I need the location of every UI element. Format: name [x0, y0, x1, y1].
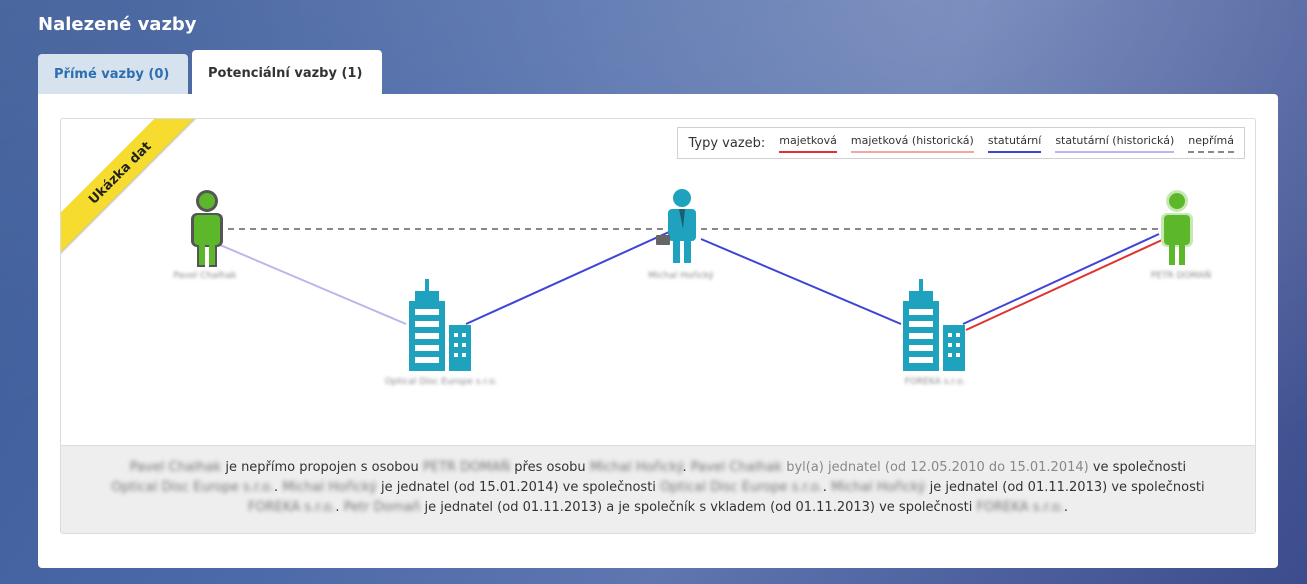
person-icon[interactable] — [191, 190, 223, 267]
legend-item-indirect: nepřímá — [1188, 134, 1234, 153]
text: je jednatel (od 01.11.2013) a je společn… — [424, 500, 973, 515]
node-label: PETR DOMAŇ — [1150, 271, 1212, 281]
legend-label: statutární — [987, 133, 1042, 147]
text: je jednatel (od 15.01.2014) ve společnos… — [380, 480, 656, 495]
text: přes osobu — [514, 460, 586, 475]
text: je nepřímo propojen s osobou — [225, 460, 419, 475]
node-label: FOREKA s.r.o. — [904, 377, 966, 387]
person-name[interactable]: Michal Hořický — [590, 460, 683, 475]
node-label: Pavel Chalhak — [173, 271, 237, 281]
legend-swatch — [987, 150, 1042, 153]
description-line: Optical Disc Europe s.r.o.. Michal Hořic… — [111, 480, 1205, 495]
company-icon[interactable] — [409, 279, 471, 371]
legend-title: Typy vazeb: — [688, 135, 766, 151]
section-title: Nalezené vazby — [38, 14, 197, 35]
legend-swatch — [1055, 150, 1175, 153]
company-name[interactable]: FOREKA s.r.o. — [248, 500, 335, 515]
company-name[interactable]: Optical Disc Europe s.r.o. — [660, 480, 823, 495]
legend-item-ownership-historic: majetková (historická) — [850, 133, 974, 153]
description-line: Pavel Chalhak je nepřímo propojen s osob… — [129, 460, 1187, 475]
tab-potential-links[interactable]: Potenciální vazby (1) — [192, 50, 382, 96]
results-panel: Pavel Chalhak Optical Disc Europe s.r.o.… — [38, 94, 1278, 568]
graph-container: Pavel Chalhak Optical Disc Europe s.r.o.… — [60, 118, 1256, 534]
graph-svg — [191, 189, 1193, 371]
legend-item-statutory-historic: statutární (historická) — [1055, 133, 1175, 153]
legend-item-statutory: statutární — [987, 133, 1042, 153]
person-name[interactable]: Petr Domaň — [344, 500, 421, 515]
company-name[interactable]: Optical Disc Europe s.r.o. — [111, 480, 274, 495]
legend-label: statutární (historická) — [1055, 133, 1175, 147]
legend-item-ownership: majetková — [779, 134, 837, 153]
person-name[interactable]: Michal Hořický — [282, 480, 377, 495]
person-name[interactable]: Pavel Chalhak — [691, 460, 782, 475]
text: ve společnosti — [1092, 460, 1187, 475]
legend-label: majetková (historická) — [850, 133, 974, 147]
legend-label: nepřímá — [1188, 133, 1234, 147]
relationship-description: Pavel Chalhak je nepřímo propojen s osob… — [61, 445, 1255, 533]
person-icon[interactable] — [1161, 190, 1193, 265]
legend-label: majetková — [779, 133, 837, 147]
businessman-icon[interactable] — [656, 189, 696, 263]
text: byl(a) jednatel (od 12.05.2010 do 15.01.… — [786, 460, 1089, 475]
node-label: Michal Hořický — [648, 271, 714, 281]
company-name[interactable]: FOREKA s.r.o. — [977, 500, 1064, 515]
edge-statutory — [700, 238, 902, 325]
node-label: Optical Disc Europe s.r.o. — [384, 377, 498, 387]
description-line: FOREKA s.r.o.. Petr Domaň je jednatel (o… — [248, 500, 1068, 515]
person-name[interactable]: Michal Hořický — [831, 480, 926, 495]
legend-swatch — [850, 150, 974, 153]
text: je jednatel (od 01.11.2013) ve společnos… — [929, 480, 1205, 495]
legend-swatch — [1188, 150, 1234, 153]
relationship-graph: Pavel Chalhak Optical Disc Europe s.r.o.… — [61, 119, 1255, 445]
person-name[interactable]: Pavel Chalhak — [130, 460, 221, 475]
tab-bar: Přímé vazby (0) Potenciální vazby (1) — [38, 50, 382, 96]
tab-direct-links[interactable]: Přímé vazby (0) — [38, 54, 188, 94]
legend-swatch — [779, 150, 837, 153]
edge-statutory-historic — [205, 238, 407, 325]
legend: Typy vazeb: majetková majetková (histori… — [677, 127, 1245, 159]
person-name[interactable]: PETR DOMAŇ — [423, 460, 510, 475]
edge-ownership — [965, 239, 1163, 331]
tab-label: Přímé vazby (0) — [54, 66, 170, 82]
tab-label: Potenciální vazby (1) — [208, 65, 363, 81]
company-icon[interactable] — [903, 279, 965, 371]
